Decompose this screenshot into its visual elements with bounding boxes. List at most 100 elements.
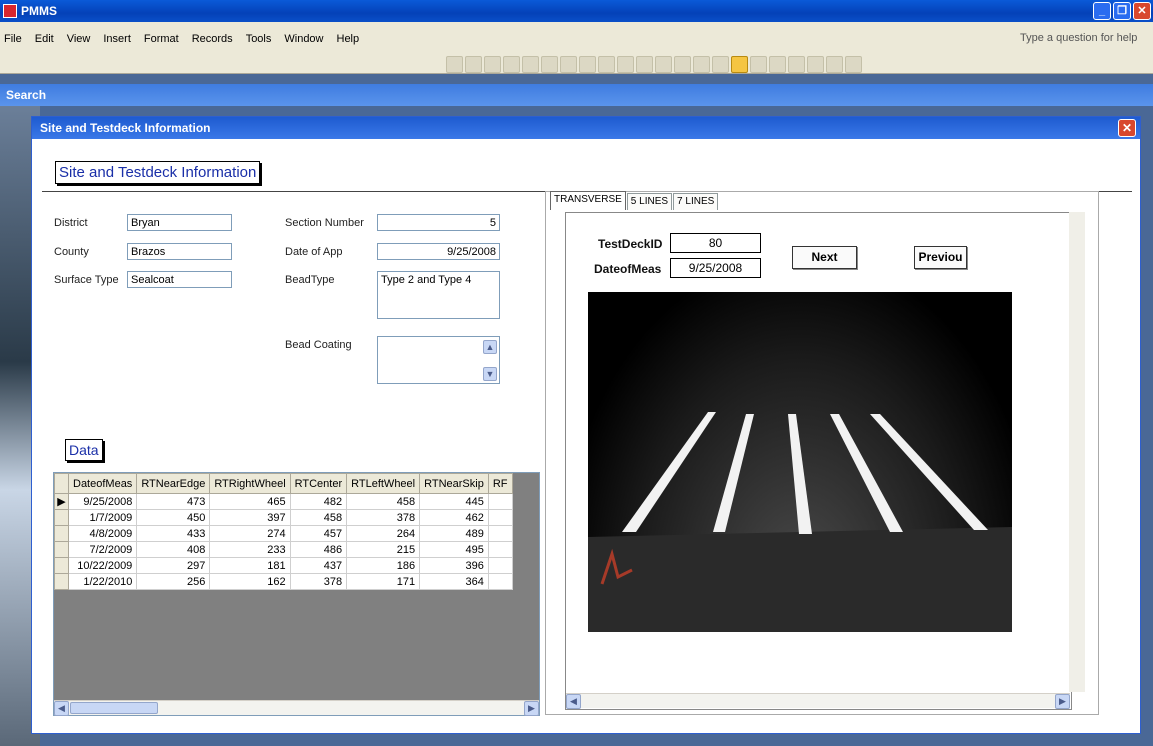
table-cell[interactable]: 256: [136, 573, 211, 590]
column-header[interactable]: RTRightWheel: [209, 473, 291, 494]
database-window-icon[interactable]: [807, 55, 824, 73]
district-field[interactable]: Bryan: [127, 214, 232, 231]
tab-page-vertical-scrollbar[interactable]: [1069, 212, 1085, 692]
record-selector[interactable]: [54, 557, 69, 574]
form-close-button[interactable]: ✕: [1118, 119, 1136, 137]
county-field[interactable]: Brazos: [127, 243, 232, 260]
table-cell[interactable]: [487, 525, 513, 542]
tab-7-lines[interactable]: 7 LINES: [673, 193, 719, 210]
find-icon[interactable]: [750, 55, 767, 73]
table-cell[interactable]: 458: [346, 493, 421, 510]
table-cell[interactable]: 397: [209, 509, 291, 526]
tab-transverse[interactable]: TRANSVERSE: [550, 191, 626, 210]
filter-by-form-icon[interactable]: [712, 55, 729, 73]
table-row[interactable]: 4/8/2009 433 274 457 264 489: [54, 525, 513, 542]
table-cell[interactable]: 1/22/2010: [67, 573, 138, 590]
table-row[interactable]: 1/7/2009 450 397 458 378 462: [54, 509, 513, 526]
table-cell[interactable]: 458: [289, 509, 348, 526]
record-selector[interactable]: [54, 525, 69, 542]
table-cell[interactable]: 186: [346, 557, 421, 574]
scroll-left-icon[interactable]: ◀: [566, 694, 581, 709]
table-cell[interactable]: 7/2/2009: [67, 541, 138, 558]
table-cell[interactable]: 408: [136, 541, 211, 558]
table-cell[interactable]: 181: [209, 557, 291, 574]
table-cell[interactable]: [487, 493, 513, 510]
table-cell[interactable]: 233: [209, 541, 291, 558]
column-header[interactable]: RTCenter: [289, 473, 348, 494]
table-cell[interactable]: 1/7/2009: [67, 509, 138, 526]
grid-horizontal-scrollbar[interactable]: ◀ ▶: [54, 700, 539, 716]
menu-format[interactable]: Format: [144, 33, 179, 45]
undo-icon[interactable]: [617, 55, 634, 73]
table-cell[interactable]: 433: [136, 525, 211, 542]
table-cell[interactable]: 274: [209, 525, 291, 542]
scrollbar-thumb[interactable]: [70, 702, 158, 714]
table-cell[interactable]: 465: [209, 493, 291, 510]
record-selector[interactable]: [54, 509, 69, 526]
table-cell[interactable]: [487, 541, 513, 558]
table-row[interactable]: 7/2/2009 408 233 486 215 495: [54, 541, 513, 558]
print-icon[interactable]: [503, 55, 520, 73]
filter-by-selection-icon[interactable]: [693, 55, 710, 73]
menu-edit[interactable]: Edit: [35, 33, 54, 45]
apply-filter-icon[interactable]: [731, 55, 748, 73]
table-cell[interactable]: 473: [136, 493, 211, 510]
table-cell[interactable]: 378: [346, 509, 421, 526]
table-cell[interactable]: 9/25/2008: [67, 493, 138, 510]
table-cell[interactable]: 450: [136, 509, 211, 526]
table-cell[interactable]: 10/22/2009: [67, 557, 138, 574]
scroll-right-icon[interactable]: ▶: [1055, 694, 1070, 709]
delete-record-icon[interactable]: [788, 55, 805, 73]
tab-5-lines[interactable]: 5 LINES: [626, 193, 673, 210]
table-cell[interactable]: 437: [289, 557, 348, 574]
menu-help[interactable]: Help: [337, 33, 360, 45]
scroll-right-icon[interactable]: ▶: [524, 701, 539, 716]
paste-icon[interactable]: [598, 55, 615, 73]
table-cell[interactable]: 457: [289, 525, 348, 542]
table-row[interactable]: 10/22/2009 297 181 437 186 396: [54, 557, 513, 574]
table-cell[interactable]: 489: [419, 525, 489, 542]
menu-view[interactable]: View: [67, 33, 91, 45]
sort-descending-icon[interactable]: [674, 55, 691, 73]
table-cell[interactable]: [487, 509, 513, 526]
column-header[interactable]: RTLeftWheel: [346, 473, 421, 494]
table-cell[interactable]: 171: [346, 573, 421, 590]
menu-window[interactable]: Window: [284, 33, 323, 45]
scroll-down-icon[interactable]: ▼: [483, 367, 497, 381]
menu-records[interactable]: Records: [192, 33, 233, 45]
menu-tools[interactable]: Tools: [246, 33, 272, 45]
sort-ascending-icon[interactable]: [655, 55, 672, 73]
column-header[interactable]: RF: [487, 473, 513, 494]
next-button[interactable]: Next: [792, 246, 857, 269]
table-cell[interactable]: 364: [419, 573, 489, 590]
help-icon[interactable]: [845, 55, 862, 73]
hyperlink-icon[interactable]: [636, 55, 653, 73]
table-cell[interactable]: 396: [419, 557, 489, 574]
table-row[interactable]: 1/22/2010 256 162 378 171 364: [54, 573, 513, 590]
date-of-app-field[interactable]: 9/25/2008: [377, 243, 500, 260]
table-cell[interactable]: 378: [289, 573, 348, 590]
previous-button[interactable]: Previou: [914, 246, 967, 269]
column-header[interactable]: DateofMeas: [67, 473, 138, 494]
table-cell[interactable]: 445: [419, 493, 489, 510]
record-selector[interactable]: [54, 573, 69, 590]
surface-type-field[interactable]: Sealcoat: [127, 271, 232, 288]
ask-question-box[interactable]: Type a question for help: [1020, 32, 1137, 44]
search-icon[interactable]: [484, 55, 501, 73]
record-selector[interactable]: [54, 541, 69, 558]
table-row[interactable]: ▶ 9/25/2008 473 465 482 458 445: [54, 493, 513, 510]
scroll-up-icon[interactable]: ▲: [483, 340, 497, 354]
section-number-field[interactable]: 5: [377, 214, 500, 231]
date-of-meas-field[interactable]: 9/25/2008: [670, 258, 761, 278]
bead-coating-field[interactable]: ▲ ▼: [377, 336, 500, 384]
tab-page-horizontal-scrollbar[interactable]: ◀ ▶: [566, 693, 1070, 709]
table-cell[interactable]: [487, 573, 513, 590]
new-record-icon[interactable]: [769, 55, 786, 73]
table-cell[interactable]: 486: [289, 541, 348, 558]
column-header[interactable]: RTNearEdge: [136, 473, 211, 494]
table-cell[interactable]: 162: [209, 573, 291, 590]
view-icon[interactable]: [446, 55, 463, 73]
table-cell[interactable]: 495: [419, 541, 489, 558]
table-cell[interactable]: 462: [419, 509, 489, 526]
table-cell[interactable]: 482: [289, 493, 348, 510]
